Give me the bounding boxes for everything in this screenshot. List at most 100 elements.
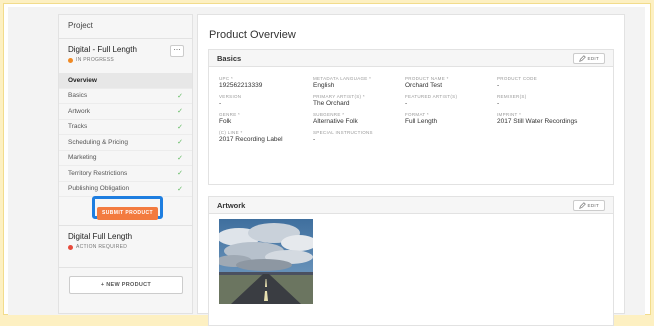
submit-product-button[interactable]: SUBMIT PRODUCT (97, 206, 158, 220)
field-value: Full Length (405, 118, 438, 125)
artwork-title: Artwork (217, 200, 246, 210)
more-options-button[interactable]: ⋯ (170, 45, 184, 57)
sidebar-item-marketing[interactable]: Marketing ✓ (59, 151, 192, 166)
basics-title: Basics (217, 53, 242, 63)
sidebar-item-label: Tracks (68, 123, 88, 131)
field-label: FEATURED ARTIST(S) (405, 94, 458, 99)
project-header: Project (59, 15, 192, 39)
product-card-digital-full-length-2[interactable]: Digital Full Length ACTION REQUIRED (59, 225, 192, 261)
field-subgenre: SUBGENRE * Alternative Folk (313, 112, 405, 125)
pencil-icon (578, 54, 586, 62)
check-icon: ✓ (177, 139, 183, 147)
sidebar-item-tracks[interactable]: Tracks ✓ (59, 120, 192, 135)
project-label: Project (68, 21, 93, 30)
field-value: - (219, 100, 222, 107)
basics-card: Basics EDIT UPC * 192562213339 METADATA L… (208, 49, 614, 185)
field-value: Orchard Test (405, 82, 443, 89)
check-icon: ✓ (177, 170, 183, 178)
field-featured-artists: FEATURED ARTIST(S) - (405, 94, 497, 107)
field-c-line: (C) LINE * 2017 Recording Label (219, 130, 313, 143)
field-label: (C) LINE * (219, 130, 243, 135)
sidebar-item-label: Overview (68, 76, 97, 84)
product-section-menu: Overview Basics ✓ Artwork ✓ Tracks ✓ Sch… (59, 73, 192, 197)
new-product-button[interactable]: + NEW PRODUCT (69, 276, 183, 294)
sidebar-item-label: Basics (68, 92, 88, 100)
field-value: 2017 Still Water Recordings (497, 118, 578, 125)
field-value: - (497, 82, 500, 89)
field-version: VERSION - (219, 94, 313, 107)
sidebar-item-scheduling-pricing[interactable]: Scheduling & Pricing ✓ (59, 135, 192, 151)
status-badge: ACTION REQUIRED (68, 244, 183, 250)
basics-fields: UPC * 192562213339 METADATA LANGUAGE * Eng… (209, 67, 613, 143)
check-icon: ✓ (177, 154, 183, 162)
project-sidebar: Project Digital - Full Length IN PROGRES… (58, 14, 193, 314)
field-value: - (313, 136, 316, 143)
field-label: PRIMARY ARTIST(S) * (313, 94, 365, 99)
field-label: REMIXER(S) (497, 94, 527, 99)
sidebar-item-publishing-obligation[interactable]: Publishing Obligation ✓ (59, 182, 192, 197)
artwork-image (219, 219, 313, 304)
check-icon: ✓ (177, 108, 183, 116)
field-metadata-language: METADATA LANGUAGE * English (313, 76, 405, 89)
new-product-area: + NEW PRODUCT (59, 267, 192, 297)
sidebar-item-label: Scheduling & Pricing (68, 138, 128, 146)
field-value: English (313, 82, 335, 89)
main-content: Product Overview Basics EDIT UPC * 192562… (197, 14, 625, 326)
field-value: - (497, 100, 500, 107)
edit-basics-button[interactable]: EDIT (572, 52, 605, 64)
status-dot-icon (68, 244, 73, 250)
sidebar-item-overview[interactable]: Overview (59, 73, 192, 89)
field-label: VERSION (219, 94, 242, 99)
field-product-code: PRODUCT CODE - (497, 76, 617, 89)
product-title: Digital - Full Length (68, 45, 137, 54)
status-badge: IN PROGRESS (68, 57, 183, 63)
status-dot-icon (68, 57, 73, 63)
field-product-name: PRODUCT NAME * Orchard Test (405, 76, 497, 89)
sidebar-item-label: Artwork (68, 107, 91, 115)
status-text: IN PROGRESS (76, 57, 115, 63)
basics-card-header: Basics EDIT (209, 50, 613, 67)
field-primary-artists: PRIMARY ARTIST(S) * The Orchard (313, 94, 405, 107)
field-label: PRODUCT NAME * (405, 76, 449, 81)
pencil-icon (578, 201, 586, 209)
field-value: 2017 Recording Label (219, 136, 283, 143)
field-format: FORMAT * Full Length (405, 112, 497, 125)
edit-label: EDIT (587, 202, 599, 208)
sidebar-item-label: Publishing Obligation (68, 185, 130, 193)
artwork-card-header: Artwork EDIT (209, 197, 613, 214)
field-value: The Orchard (313, 100, 350, 107)
check-icon: ✓ (177, 92, 183, 100)
edit-label: EDIT (587, 55, 599, 61)
page-title: Product Overview (209, 29, 296, 41)
field-label: SUBGENRE * (313, 112, 345, 117)
field-value: - (405, 100, 408, 107)
product-card-digital-full-length[interactable]: Digital - Full Length IN PROGRESS ⋯ (59, 39, 192, 69)
check-icon: ✓ (177, 185, 183, 193)
field-genre: GENRE * Folk (219, 112, 313, 125)
check-icon: ✓ (177, 123, 183, 131)
status-text: ACTION REQUIRED (76, 244, 128, 250)
field-special-instructions: SPECIAL INSTRUCTIONS - (313, 130, 405, 143)
field-imprint: IMPRINT * 2017 Still Water Recordings (497, 112, 617, 125)
submit-highlight: SUBMIT PRODUCT (92, 196, 163, 220)
artwork-card: Artwork EDIT (208, 196, 614, 326)
field-label: UPC * (219, 76, 234, 81)
product-title: Digital Full Length (68, 232, 133, 241)
field-label: GENRE * (219, 112, 241, 117)
field-label: PRODUCT CODE (497, 76, 538, 81)
sidebar-item-territory-restrictions[interactable]: Territory Restrictions ✓ (59, 166, 192, 182)
field-value: Folk (219, 118, 232, 125)
sidebar-item-label: Marketing (68, 154, 97, 162)
sidebar-item-label: Territory Restrictions (68, 169, 128, 177)
field-label: FORMAT * (405, 112, 429, 117)
edit-artwork-button[interactable]: EDIT (572, 199, 605, 211)
sidebar-item-basics[interactable]: Basics ✓ (59, 89, 192, 104)
field-value: 192562213339 (219, 82, 263, 89)
field-remixers: REMIXER(S) - (497, 94, 617, 107)
field-label: IMPRINT * (497, 112, 522, 117)
artwork-road-sky-image (219, 219, 313, 304)
sidebar-item-artwork[interactable]: Artwork ✓ (59, 104, 192, 120)
field-label: METADATA LANGUAGE * (313, 76, 372, 81)
field-upc: UPC * 192562213339 (219, 76, 313, 89)
field-value: Alternative Folk (313, 118, 358, 125)
